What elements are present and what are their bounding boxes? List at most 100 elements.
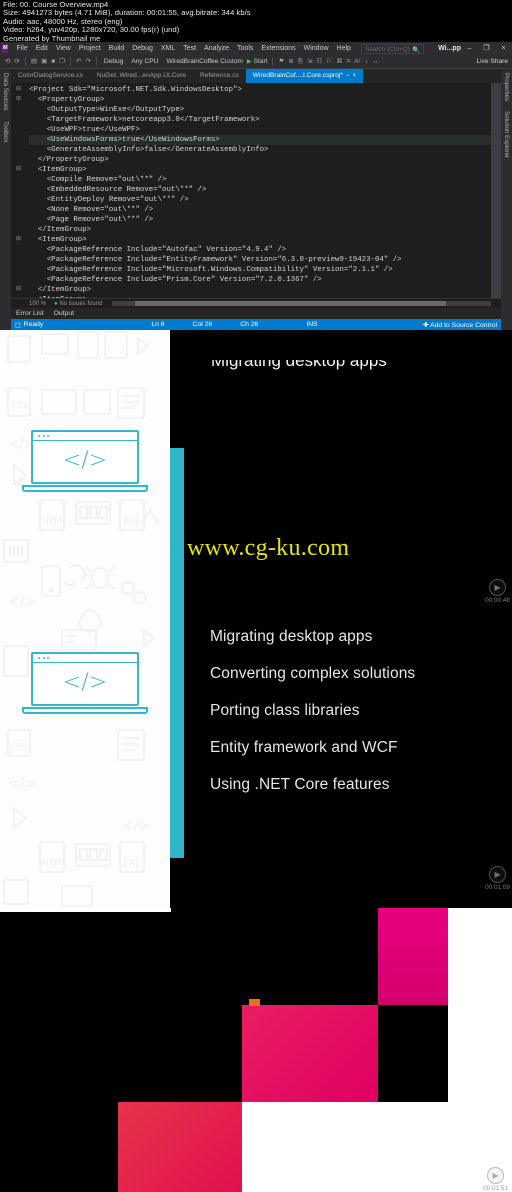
menu-item-build[interactable]: Build — [105, 42, 129, 55]
minimize-button[interactable]: – — [461, 42, 478, 55]
red-square-bottom — [118, 1102, 242, 1192]
menu-item-test[interactable]: Test — [179, 42, 200, 55]
code-editor[interactable]: ⊞ ⊞ ⊞ ⊞ ⊞ <Project Sdk="Microsoft.NET.Sd… — [11, 83, 501, 298]
dock-tab-properties[interactable]: Properties — [503, 73, 510, 101]
dock-tab-toolbox[interactable]: Toolbox — [2, 121, 9, 142]
restore-button[interactable]: ❐ — [478, 42, 495, 55]
code-line: <PropertyGroup> — [29, 96, 105, 104]
close-button[interactable]: × — [495, 42, 512, 55]
undo-icon[interactable]: ↶ — [74, 55, 83, 69]
menu-item-tools[interactable]: Tools — [233, 42, 257, 55]
code-line: </ItemGroup> — [29, 226, 92, 234]
status-ready-label: Ready — [23, 321, 44, 328]
vertical-arrow-icon[interactable]: ↕ — [363, 55, 370, 69]
menu-item-analyze[interactable]: Analyze — [200, 42, 233, 55]
flag-icon[interactable]: ⚑ — [276, 55, 286, 69]
white-block-bottom — [241, 1102, 512, 1192]
code-line: <Page Remove="out\**" /> — [29, 216, 154, 224]
collapse-icon-3[interactable]: ⊞ — [16, 165, 21, 172]
code-line: <UseWPF>true</UseWPF> — [29, 126, 140, 134]
collapse-icon-1[interactable]: ⊞ — [16, 85, 21, 92]
list-icon[interactable]: ≣ — [286, 55, 295, 69]
menu-item-file[interactable]: File — [12, 42, 31, 55]
menu-item-window[interactable]: Window — [300, 42, 333, 55]
code-line: <Project Sdk="Microsoft.NET.Sdk.WindowsD… — [29, 86, 242, 94]
open-file-icon[interactable]: ▣ — [39, 55, 49, 69]
laptop-screen: </> — [31, 430, 139, 484]
tab-output[interactable]: Output — [49, 310, 79, 317]
grid-icon[interactable]: ☷ — [314, 55, 324, 69]
csproj-source-code[interactable]: <Project Sdk="Microsoft.NET.Sdk.WindowsD… — [27, 83, 491, 298]
illustration-panel: CSS </> </> HTML EXE — [0, 330, 170, 908]
search-input[interactable]: Search (Ctrl+Q) 🔍 — [360, 43, 425, 54]
tab-error-list[interactable]: Error List — [11, 310, 49, 317]
add-to-source-control-button[interactable]: ✚ Add to Source Control — [423, 321, 501, 329]
code-line: <GenerateAssemblyInfo>false</GenerateAss… — [29, 146, 269, 154]
menu-item-view[interactable]: View — [52, 42, 75, 55]
standard-toolbar: ⟲ ⟳ ▤ ▣ ■ ❐ ↶ ↷ Debug Any CPU WiredBrain… — [0, 55, 512, 69]
startup-project-dropdown[interactable]: WiredBrainCoffee Custom — [162, 55, 246, 69]
pin-icon[interactable]: − — [346, 69, 350, 83]
laptop-window-dots — [38, 435, 49, 437]
menu-item-project[interactable]: Project — [75, 42, 105, 55]
menu-item-debug[interactable]: Debug — [128, 42, 157, 55]
solution-configuration-dropdown[interactable]: Debug — [100, 55, 127, 69]
nav-back-icon[interactable]: ⟲ — [3, 55, 12, 69]
menu-item-edit[interactable]: Edit — [32, 42, 52, 55]
slide-title-clipped: Migrating desktop apps — [211, 351, 387, 370]
issues-indicator: ● No issues found — [46, 301, 102, 307]
start-button[interactable]: Start — [252, 58, 270, 65]
add-to-source-control-label: Add to Source Control — [430, 321, 497, 329]
menu-item-extensions[interactable]: Extensions — [257, 42, 299, 55]
editor-area: ColorDialogService.cs NuGet: Wired...enA… — [11, 69, 501, 330]
menu-item-xml[interactable]: XML — [157, 42, 179, 55]
laptop-code-icon: </> — [22, 430, 148, 496]
bookmark-icon[interactable]: ⚐ — [324, 55, 334, 69]
code-line: <ItemGroup> — [29, 166, 87, 174]
command-icon[interactable]: ⌘ — [334, 55, 345, 69]
document-tab-nuget[interactable]: NuGet: Wired...enApp.UI.Core — [90, 69, 193, 83]
editor-gutter: ⊞ ⊞ ⊞ ⊞ ⊞ — [11, 83, 27, 298]
redo-icon[interactable]: ↷ — [83, 55, 92, 69]
superscript-icon[interactable]: A¹ — [352, 55, 363, 69]
video-thumbnail-grid: CSS </> </> HTML EXE — [0, 330, 512, 1192]
laptop-code-glyph-2: </> — [62, 670, 108, 695]
new-project-icon[interactable]: ▤ — [29, 55, 39, 69]
collapse-icon-5[interactable]: ⊞ — [16, 285, 21, 292]
bullet-item: Converting complex solutions — [210, 665, 416, 682]
horizontal-arrow-icon[interactable]: ↔ — [370, 55, 381, 69]
solution-platform-dropdown[interactable]: Any CPU — [127, 55, 162, 69]
svg-text:EXE: EXE — [123, 859, 141, 869]
svg-text:HTML: HTML — [42, 517, 67, 527]
crossref-icon[interactable]: ⌗ — [345, 55, 353, 69]
laptop-code-icon-2: </> — [22, 652, 148, 718]
status-column-number: Col 26 — [192, 321, 213, 328]
collapse-icon-4[interactable]: ⊞ — [16, 235, 21, 242]
nav-forward-icon[interactable]: ⟳ — [12, 55, 21, 69]
menu-item-help[interactable]: Help — [333, 42, 355, 55]
thumbnail-row-bottom: ▶ 00:01:51 — [0, 908, 512, 1192]
save-all-icon[interactable]: ❐ — [57, 55, 67, 69]
code-line: </PropertyGroup> — [29, 156, 109, 164]
document-tab-csproj[interactable]: WiredBrainCof....I.Core.csproj* − × — [245, 69, 363, 83]
save-icon[interactable]: ■ — [49, 55, 57, 69]
comment-icon[interactable]: ⎘ — [296, 55, 305, 69]
live-share-button[interactable]: Live Share — [476, 58, 512, 65]
code-line-current: <UseWindowsForms>true</UseWindowsForms> — [29, 135, 491, 145]
status-ready: ◻ Ready — [11, 321, 43, 329]
code-line: <PackageReference Include="Microsoft.Win… — [29, 266, 393, 274]
collapse-icon-2[interactable]: ⊞ — [16, 95, 21, 102]
close-tab-icon[interactable]: × — [352, 69, 356, 83]
bullet-item: Using .NET Core features — [210, 776, 390, 793]
white-strip-top-left — [0, 908, 171, 912]
zoom-level-dropdown[interactable]: 100 % — [11, 301, 46, 307]
code-line: <PackageReference Include="EntityFramewo… — [29, 256, 402, 264]
editor-vertical-scrollbar[interactable] — [491, 83, 501, 298]
document-tab-reference[interactable]: Reference.cs — [193, 69, 246, 83]
laptop-code-glyph: </> — [62, 448, 108, 473]
document-tab-colordialogservice[interactable]: ColorDialogService.cs — [11, 69, 90, 83]
editor-horizontal-scrollbar[interactable] — [112, 301, 491, 306]
dock-tab-solution-explorer[interactable]: Solution Explorer — [503, 111, 510, 158]
indent-icon[interactable]: ⇲ — [305, 55, 314, 69]
dock-tab-data-sources[interactable]: Data Sources — [2, 73, 9, 111]
